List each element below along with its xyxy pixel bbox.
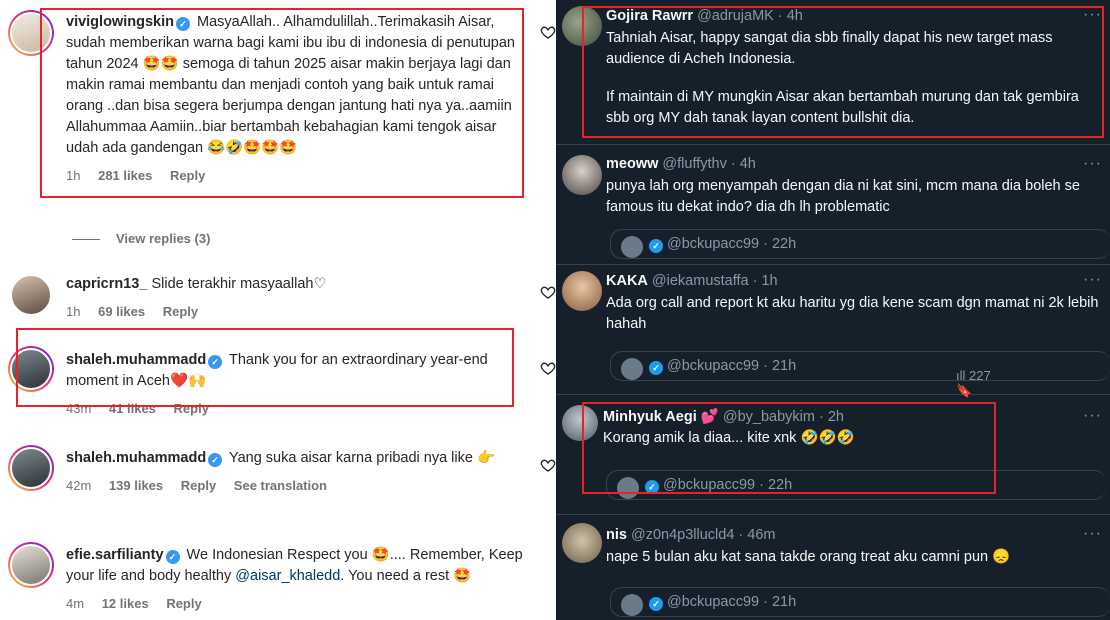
comment-username[interactable]: capricrn13_ <box>66 276 147 292</box>
tweet-time[interactable]: 4h <box>740 156 756 172</box>
comment-body: Yang suka aisar karna pribadi nya like 👉 <box>228 450 496 466</box>
comment-username[interactable]: efie.sarfilianty <box>66 547 164 563</box>
comment-body-end: . You need a rest 🤩 <box>340 568 472 584</box>
avatar[interactable] <box>562 271 602 311</box>
reply-button[interactable]: Reply <box>163 304 198 319</box>
avatar <box>621 236 643 258</box>
tweet-text: nape 5 bulan aku kat sana takde orang tr… <box>606 549 1011 565</box>
highlight-box <box>582 402 996 494</box>
like-heart-icon[interactable] <box>540 284 556 300</box>
tweet-header: meoww @fluffythv · 4h <box>606 156 756 172</box>
comment-text: capricrn13_ Slide terakhir masyaallah♡ <box>66 274 531 295</box>
avatar <box>621 594 643 616</box>
avatar[interactable] <box>8 272 54 318</box>
quoted-tweet[interactable]: ✓ @bckupacc99 · 21h <box>610 587 1110 617</box>
comment-likes[interactable]: 12 likes <box>102 596 149 611</box>
comment-body: Slide terakhir masyaallah♡ <box>151 276 327 292</box>
like-heart-icon[interactable] <box>540 360 556 376</box>
see-translation-button[interactable]: See translation <box>234 478 327 493</box>
verified-badge-icon: ✓ <box>649 361 663 375</box>
comment-likes[interactable]: 139 likes <box>109 478 163 493</box>
quoted-handle: @bckupacc99 · 22h <box>667 236 797 252</box>
tweet-display-name[interactable]: meoww <box>606 156 658 172</box>
tweet-header: nis @z0n4p3llucld4 · 46m <box>606 527 776 543</box>
highlight-box <box>16 328 514 407</box>
comment-time: 42m <box>66 478 92 493</box>
avatar[interactable] <box>8 445 54 491</box>
more-options-icon[interactable]: ··· <box>1083 155 1102 173</box>
avatar <box>621 358 643 380</box>
avatar[interactable] <box>562 155 602 195</box>
quoted-tweet[interactable]: ✓ @bckupacc99 · 22h <box>610 229 1110 259</box>
comment-text: shaleh.muhammadd ✓ Yang suka aisar karna … <box>66 448 531 469</box>
highlight-box <box>582 6 1104 138</box>
avatar[interactable] <box>8 542 54 588</box>
tweet-display-name[interactable]: nis <box>606 527 627 543</box>
tweet-header: KAKA @iekamustaffa · 1h <box>606 273 778 289</box>
tweet-text: Ada org call and report kt aku haritu yg… <box>606 295 1099 332</box>
comment-likes[interactable]: 69 likes <box>98 304 145 319</box>
avatar[interactable] <box>562 523 602 563</box>
quoted-handle: @bckupacc99 · 21h <box>667 594 797 610</box>
view-replies-button[interactable]: View replies (3) <box>72 231 210 246</box>
reply-button[interactable]: Reply <box>181 478 216 493</box>
comment-time: 1h <box>66 304 81 319</box>
like-heart-icon[interactable] <box>540 457 556 473</box>
comment-time: 4m <box>66 596 85 611</box>
more-options-icon[interactable]: ··· <box>1083 525 1102 543</box>
comment-text: efie.sarfilianty ✓ We Indonesian Respect … <box>66 545 531 587</box>
tweet-handle[interactable]: @fluffythv <box>662 156 726 172</box>
tweet-time[interactable]: 46m <box>747 527 775 543</box>
instagram-comments-panel: viviglowingskin ✓ MasyaAllah.. Alhamdulil… <box>0 0 556 620</box>
more-options-icon[interactable]: ··· <box>1083 407 1102 425</box>
mention-link[interactable]: @aisar_khaledd <box>235 568 340 584</box>
comment-username[interactable]: shaleh.muhammadd <box>66 450 206 466</box>
tweet-time[interactable]: 1h <box>761 273 777 289</box>
verified-badge-icon: ✓ <box>649 239 663 253</box>
verified-badge-icon: ✓ <box>208 453 223 467</box>
reply-button[interactable]: Reply <box>166 596 201 611</box>
like-heart-icon[interactable] <box>540 24 556 40</box>
highlight-box <box>40 8 524 198</box>
verified-badge-icon: ✓ <box>649 597 663 611</box>
tweet-display-name[interactable]: KAKA <box>606 273 648 289</box>
verified-badge-icon: ✓ <box>165 550 180 564</box>
tweet-text: punya lah org menyampah dengan dia ni ka… <box>606 178 1080 215</box>
tweet-item[interactable]: meoww @fluffythv · 4h ··· punya lah org … <box>556 145 1110 265</box>
quoted-handle: @bckupacc99 · 21h <box>667 358 797 374</box>
divider <box>72 239 100 241</box>
views-count[interactable]: ıll 227 <box>956 368 991 383</box>
twitter-replies-panel: Gojira Rawrr @adrujaMK · 4h ··· Tahniah … <box>556 0 1110 620</box>
more-options-icon[interactable]: ··· <box>1083 271 1102 289</box>
tweet-item[interactable]: nis @z0n4p3llucld4 · 46m ··· nape 5 bula… <box>556 515 1110 620</box>
tweet-handle[interactable]: @z0n4p3llucld4 <box>631 527 734 543</box>
tweet-handle[interactable]: @iekamustaffa <box>652 273 749 289</box>
